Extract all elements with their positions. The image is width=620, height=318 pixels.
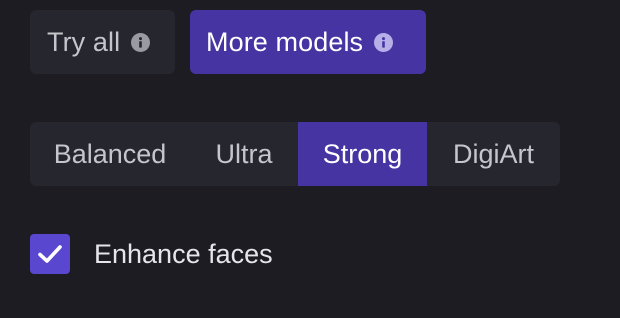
enhance-faces-checkbox[interactable] <box>30 234 70 274</box>
mode-option-digiart[interactable]: DigiArt <box>427 122 560 186</box>
info-icon[interactable] <box>131 32 151 52</box>
info-icon[interactable] <box>374 32 394 52</box>
mode-option-strong[interactable]: Strong <box>298 122 427 186</box>
try-all-label: Try all <box>47 26 121 57</box>
more-models-label: More models <box>206 26 364 57</box>
mode-selector: Balanced Ultra Strong DigiArt <box>30 122 560 186</box>
more-models-button[interactable]: More models <box>190 10 426 74</box>
enhance-faces-label: Enhance faces <box>94 238 273 269</box>
enhance-faces-option[interactable]: Enhance faces <box>30 234 273 274</box>
try-all-button[interactable]: Try all <box>30 10 175 74</box>
mode-option-balanced[interactable]: Balanced <box>30 122 190 186</box>
check-icon <box>38 245 62 263</box>
mode-option-ultra[interactable]: Ultra <box>190 122 298 186</box>
